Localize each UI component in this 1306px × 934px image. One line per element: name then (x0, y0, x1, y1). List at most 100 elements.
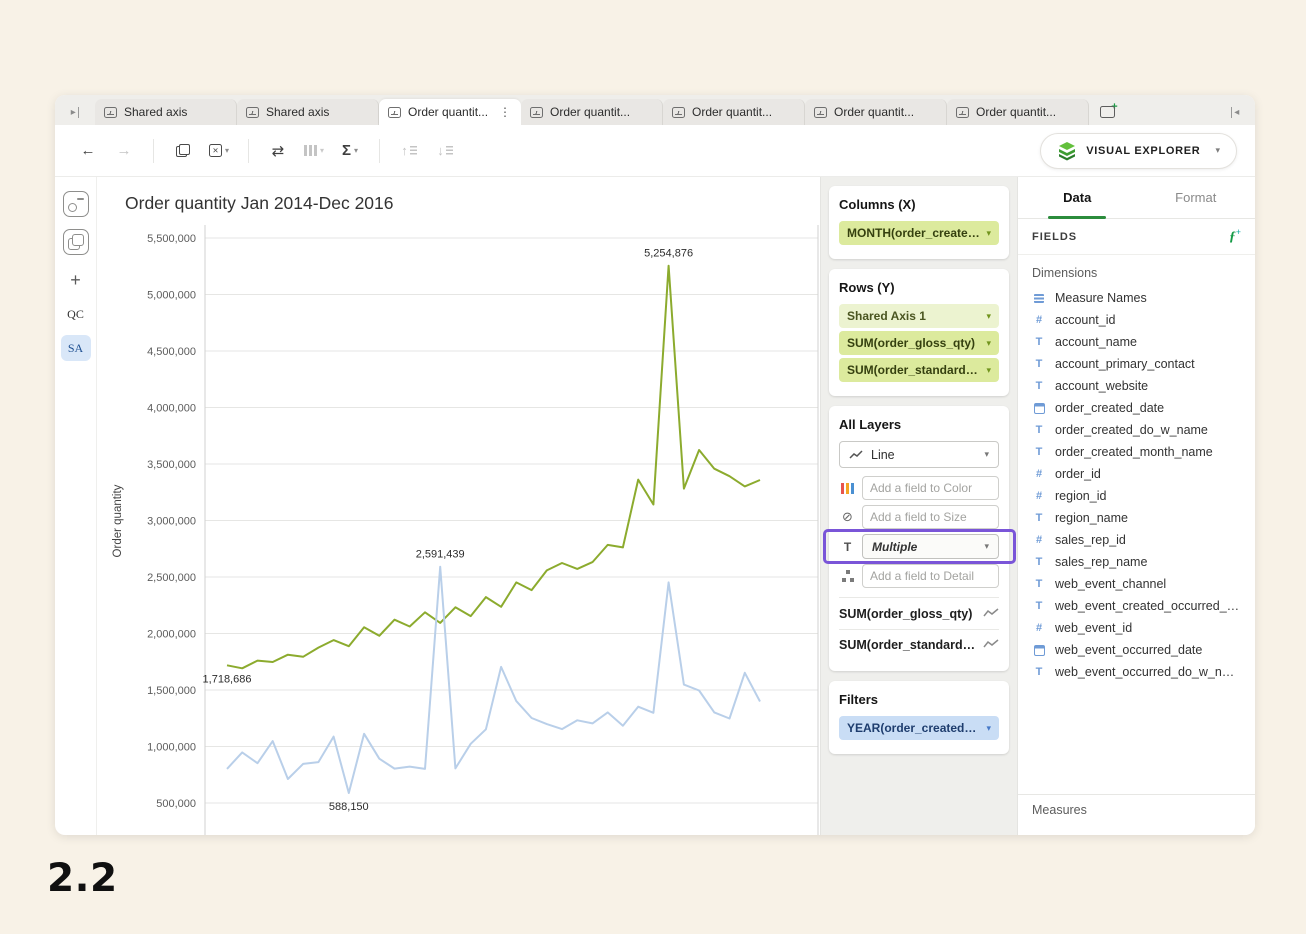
caret-down-icon[interactable]: ▾ (981, 723, 991, 734)
caret-down-icon: ▾ (354, 146, 358, 155)
field-name: order_id (1055, 467, 1101, 481)
expand-right-panel-button[interactable]: ◂ (1215, 99, 1255, 125)
rows-shelf: Rows (Y) Shared Axis 1▾SUM(order_gloss_q… (829, 269, 1009, 396)
caret-down-icon[interactable]: ▾ (981, 311, 991, 322)
field-name: region_name (1055, 511, 1128, 525)
text-field-icon (1032, 446, 1046, 458)
field-row[interactable]: web_event_channel (1018, 573, 1255, 595)
field-row[interactable]: web_event_occurred_do_w_name (1018, 661, 1255, 683)
field-row[interactable]: sales_rep_id (1018, 529, 1255, 551)
svg-text:1,000,000: 1,000,000 (147, 742, 196, 754)
swap-axes-button[interactable]: ⇄ (263, 135, 293, 167)
visual-explorer-selector[interactable]: VISUAL EXPLORER ▾ (1040, 133, 1237, 169)
forward-button[interactable]: → (109, 135, 139, 167)
controls-element-icon[interactable] (63, 191, 89, 217)
field-row[interactable]: Measure Names (1018, 287, 1255, 309)
field-row[interactable]: account_name (1018, 331, 1255, 353)
color-field-input[interactable] (862, 476, 999, 500)
app-window: ▸ Shared axisShared axisOrder quantit...… (55, 95, 1255, 835)
expand-left-panel-button[interactable]: ▸ (55, 99, 95, 125)
detail-field-input[interactable] (862, 564, 999, 588)
rows-pill[interactable]: SUM(order_standard_qty)▾ (839, 358, 999, 382)
worksheet-tab-1[interactable]: Shared axis (95, 99, 237, 125)
filters-pill[interactable]: YEAR(order_created_date)▾ (839, 716, 999, 740)
mark-type-dropdown[interactable]: Line ▾ (839, 441, 999, 468)
number-field-icon (1032, 622, 1046, 634)
size-field-input[interactable] (862, 505, 999, 529)
caret-down-icon[interactable]: ▾ (981, 365, 991, 376)
columns-pill[interactable]: MONTH(order_created_d...▾ (839, 221, 999, 245)
text-field-icon (1032, 578, 1046, 590)
layer-measure-label: SUM(order_gloss_qty) (839, 607, 972, 621)
field-row[interactable]: sales_rep_name (1018, 551, 1255, 573)
tab-data[interactable]: Data (1018, 177, 1137, 218)
tab-format[interactable]: Format (1137, 177, 1256, 218)
number-field-icon (1032, 490, 1046, 502)
chart-type-button[interactable]: ▾ (299, 135, 329, 167)
shelf-panel: Columns (X) MONTH(order_created_d...▾ Ro… (820, 177, 1018, 835)
svg-text:2,500,000: 2,500,000 (147, 572, 196, 584)
field-row[interactable]: order_id (1018, 463, 1255, 485)
pill-label: YEAR(order_created_date) (847, 721, 981, 735)
field-row[interactable]: account_website (1018, 375, 1255, 397)
text-field-dropdown[interactable]: Multiple ▾ (862, 534, 999, 559)
delete-table-button[interactable]: ✕ ▾ (204, 135, 234, 167)
field-row[interactable]: account_primary_contact (1018, 353, 1255, 375)
chevron-left-icon: ◂ (1234, 107, 1239, 118)
tab-menu-icon[interactable]: ⋮ (497, 105, 511, 119)
field-row[interactable]: web_event_id (1018, 617, 1255, 639)
arrow-right-icon: → (117, 142, 132, 159)
field-row[interactable]: web_event_occurred_date (1018, 639, 1255, 661)
pages-element-icon[interactable] (63, 229, 89, 255)
layer-measure-row[interactable]: SUM(order_standard_q... (839, 629, 999, 660)
aggregate-button[interactable]: Σ ▾ (335, 135, 365, 167)
worksheet-tab-5[interactable]: Order quantit... (663, 99, 805, 125)
chart-tab-icon (814, 107, 827, 118)
field-name: web_event_occurred_do_w_name (1055, 665, 1241, 679)
field-row[interactable]: order_created_do_w_name (1018, 419, 1255, 441)
chart-title: Order quantity Jan 2014-Dec 2016 (125, 193, 394, 214)
field-row[interactable]: web_event_created_occurred_na... (1018, 595, 1255, 617)
fields-header: FIELDS (1032, 231, 1077, 243)
new-element-button[interactable]: + (1089, 99, 1129, 125)
chart-canvas[interactable]: 500,0001,000,0001,500,0002,000,0002,500,… (97, 177, 820, 835)
number-field-icon (1032, 314, 1046, 326)
page-chip-qc[interactable]: QC (61, 301, 91, 327)
rows-pill[interactable]: Shared Axis 1 ▾ (839, 304, 999, 328)
page-chip-sa[interactable]: SA (61, 335, 91, 361)
back-button[interactable]: ← (73, 135, 103, 167)
rows-pill[interactable]: SUM(order_gloss_qty) ▾ (839, 331, 999, 355)
worksheet-tab-2[interactable]: Shared axis (237, 99, 379, 125)
worksheet-tab-3[interactable]: Order quantit...⋮ (379, 99, 521, 125)
filters-shelf: Filters YEAR(order_created_date)▾ (829, 681, 1009, 754)
caret-down-icon[interactable]: ▾ (981, 228, 991, 239)
chart-tab-icon (530, 107, 543, 118)
add-calculation-icon[interactable]: ƒ+ (1229, 227, 1241, 246)
fields-list[interactable]: Dimensions Measure Namesaccount_idaccoun… (1018, 255, 1255, 835)
worksheet-tab-4[interactable]: Order quantit... (521, 99, 663, 125)
field-name: account_primary_contact (1055, 357, 1195, 371)
layer-measure-row[interactable]: SUM(order_gloss_qty) (839, 598, 999, 629)
caret-down-icon[interactable]: ▾ (981, 338, 991, 349)
field-row[interactable]: order_created_month_name (1018, 441, 1255, 463)
text-field-icon (1032, 512, 1046, 524)
field-row[interactable]: region_id (1018, 485, 1255, 507)
duplicate-element-button[interactable] (168, 135, 198, 167)
field-row[interactable]: order_created_date (1018, 397, 1255, 419)
worksheet-tab-7[interactable]: Order quantit... (947, 99, 1089, 125)
field-name: web_event_occurred_date (1055, 643, 1202, 657)
text-field-icon (1032, 424, 1046, 436)
date-field-icon (1032, 644, 1046, 656)
add-page-button[interactable]: + (70, 271, 81, 289)
field-name: web_event_created_occurred_na... (1055, 599, 1241, 613)
sort-ascending-button[interactable]: ↑ (394, 135, 424, 167)
fields-header-row: FIELDS ƒ+ (1018, 219, 1255, 255)
sort-descending-button[interactable]: ↓ (430, 135, 460, 167)
field-row[interactable]: account_id (1018, 309, 1255, 331)
worksheet-tab-6[interactable]: Order quantit... (805, 99, 947, 125)
field-name: web_event_id (1055, 621, 1132, 635)
pill-label: Shared Axis 1 (847, 309, 926, 323)
pill-label: SUM(order_gloss_qty) (847, 336, 975, 350)
field-row[interactable]: region_name (1018, 507, 1255, 529)
columns-shelf: Columns (X) MONTH(order_created_d...▾ (829, 186, 1009, 259)
